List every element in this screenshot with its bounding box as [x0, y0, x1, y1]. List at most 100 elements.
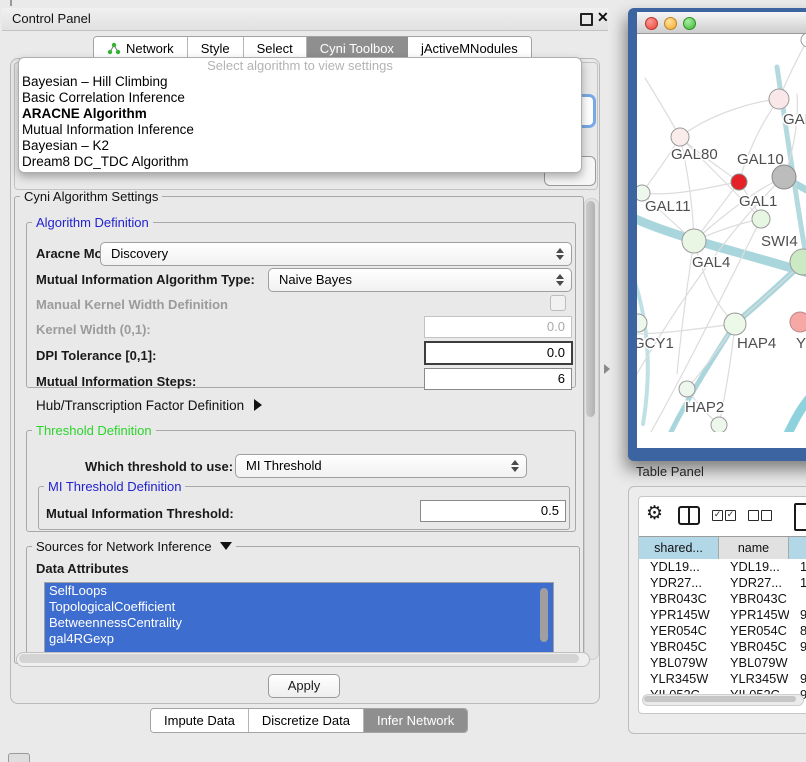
network-edge[interactable]	[637, 324, 735, 334]
table-cell	[789, 655, 806, 671]
table-row[interactable]: YBL079WYBL079W	[639, 655, 806, 671]
node-gal80[interactable]	[671, 128, 689, 146]
kernel-width-label: Kernel Width (0,1):	[36, 322, 151, 337]
kernel-width-field[interactable]: 0.0	[424, 316, 572, 338]
node-gal1-label: GAL1	[739, 193, 777, 210]
tab-discretize-data[interactable]: Discretize Data	[249, 709, 364, 732]
attribute-list-item[interactable]: BetweennessCentrality	[45, 615, 553, 631]
minimize-traffic-light[interactable]	[664, 17, 677, 30]
node-hap2[interactable]	[679, 381, 695, 397]
zoom-traffic-light[interactable]	[683, 17, 696, 30]
network-canvas[interactable]: GAL7GAL80GAL11GAL10GAL1SWI4GAL4GCY1HAP4Y…	[637, 34, 806, 432]
table-cell: 13	[789, 559, 806, 575]
settings-horizontal-scrollbar[interactable]	[16, 652, 590, 667]
table-row[interactable]: YDL19...YDL19...13	[639, 559, 806, 575]
aracne-mode-combo[interactable]: Discovery	[100, 242, 572, 266]
close-icon[interactable]: ✕	[597, 9, 609, 26]
table-cell: YBR043C	[639, 591, 719, 607]
algorithm-option[interactable]: Mutual Information Inference	[19, 122, 581, 138]
minimized-panel-icon[interactable]	[8, 753, 30, 762]
table-panel-title: Table Panel	[636, 464, 704, 479]
network-edge[interactable]	[645, 78, 680, 137]
network-view-window: GAL7GAL80GAL11GAL10GAL1SWI4GAL4GCY1HAP4Y…	[628, 8, 806, 461]
node-pink[interactable]	[790, 312, 806, 332]
table-cell: YER054C	[639, 623, 719, 639]
algorithm-option[interactable]: Basic Correlation Inference	[19, 90, 581, 106]
table-cell: YBR045C	[639, 639, 719, 655]
attribute-list-item[interactable]: gal4RGexp	[45, 631, 553, 647]
table-cell: 9.	[789, 639, 806, 655]
table-row[interactable]: YER054CYER054C8.	[639, 623, 806, 639]
dpi-tolerance-field[interactable]: 0.0	[424, 341, 573, 365]
algorithm-option[interactable]: Dream8 DC_TDC Algorithm	[19, 154, 581, 170]
apply-button[interactable]: Apply	[268, 674, 340, 698]
checked-box-icon[interactable]: ✓	[712, 510, 723, 521]
node-gal7[interactable]	[769, 89, 789, 109]
which-threshold-combo[interactable]: MI Threshold	[235, 454, 527, 478]
network-edge[interactable]	[787, 384, 806, 432]
mi-steps-field[interactable]: 6	[424, 368, 572, 390]
sources-group-title[interactable]: Sources for Network Inference	[32, 540, 236, 553]
tab-infer-network[interactable]: Infer Network	[364, 709, 467, 732]
data-attributes-list[interactable]: SelfLoopsTopologicalCoefficientBetweenne…	[44, 582, 554, 654]
table-toolbar: ⚙ ✓ ✓	[646, 502, 806, 532]
unchecked-box-icon[interactable]	[761, 510, 772, 521]
table-cell: YBR043C	[719, 591, 789, 607]
unchecked-box-icon[interactable]	[748, 510, 759, 521]
node-gal80-label: GAL80	[671, 146, 718, 163]
node-hap4[interactable]	[724, 313, 746, 335]
node-gal4[interactable]	[682, 229, 706, 253]
algorithm-option[interactable]: ARACNE Algorithm	[19, 106, 581, 122]
node-bottom[interactable]	[711, 417, 727, 432]
node-gray[interactable]	[772, 165, 796, 189]
table-row[interactable]: YDR27...YDR27...12	[639, 575, 806, 591]
network-graph: GAL7GAL80GAL11GAL10GAL1SWI4GAL4GCY1HAP4Y…	[637, 34, 806, 432]
node-top-partial[interactable]	[801, 34, 806, 47]
table-cell: 12	[789, 575, 806, 591]
node-gal10[interactable]	[731, 174, 747, 190]
columns-icon[interactable]	[678, 506, 700, 525]
table-horizontal-scrollbar[interactable]	[642, 694, 804, 706]
close-traffic-light[interactable]	[645, 17, 658, 30]
gear-icon[interactable]: ⚙	[646, 502, 663, 524]
manual-kernel-checkbox[interactable]	[550, 295, 566, 311]
tab-impute-data[interactable]: Impute Data	[151, 709, 249, 732]
algorithm-option[interactable]: Bayesian – Hill Climbing	[19, 74, 581, 90]
attribute-list-item[interactable]: TopologicalCoefficient	[45, 599, 553, 615]
settings-vertical-scrollbar[interactable]	[584, 198, 599, 660]
table-cell: 9.	[789, 607, 806, 623]
table-column-header[interactable]: shared...	[639, 537, 719, 559]
node-gal1[interactable]	[752, 210, 770, 228]
stepper-icon	[555, 247, 564, 261]
table-cell: YER054C	[719, 623, 789, 639]
table-row[interactable]: YBR045CYBR045C9.	[639, 639, 806, 655]
network-window-titlebar[interactable]	[637, 12, 806, 34]
control-panel-title: Control Panel	[12, 11, 91, 26]
scrollbar-thumb[interactable]	[644, 696, 796, 702]
table-row[interactable]: YLR345WYLR345W9.	[639, 671, 806, 687]
tab-discretize-data-label: Discretize Data	[262, 713, 350, 728]
aracne-mode-value: Discovery	[111, 246, 168, 261]
table-row[interactable]: YPR145WYPR145W9.	[639, 607, 806, 623]
document-icon[interactable]	[794, 503, 806, 531]
list-scrollbar-thumb[interactable]	[540, 588, 548, 642]
algorithm-option[interactable]: Bayesian – K2	[19, 138, 581, 154]
scrollbar-thumb[interactable]	[19, 654, 579, 663]
network-edge[interactable]	[680, 99, 779, 137]
hub-definition-toggle[interactable]: Hub/Transcription Factor Definition	[36, 398, 262, 413]
float-window-icon[interactable]	[580, 13, 593, 26]
table-column-header[interactable]: name	[719, 537, 789, 559]
table-row[interactable]: YBR043CYBR043C	[639, 591, 806, 607]
mi-threshold-field[interactable]: 0.5	[420, 500, 566, 522]
checked-box-icon[interactable]: ✓	[725, 510, 736, 521]
mi-type-combo[interactable]: Naive Bayes	[268, 268, 572, 292]
attribute-list-item[interactable]: SelfLoops	[45, 583, 553, 599]
table-cell: YBL079W	[639, 655, 719, 671]
table-cell: YLR345W	[719, 671, 789, 687]
data-attributes-label: Data Attributes	[36, 561, 129, 576]
table-cell: YDL19...	[719, 559, 789, 575]
table-column-header[interactable]	[789, 537, 806, 559]
network-edge[interactable]	[739, 99, 779, 182]
scrollbar-thumb[interactable]	[586, 201, 595, 417]
splitter-handle[interactable]	[604, 364, 610, 374]
